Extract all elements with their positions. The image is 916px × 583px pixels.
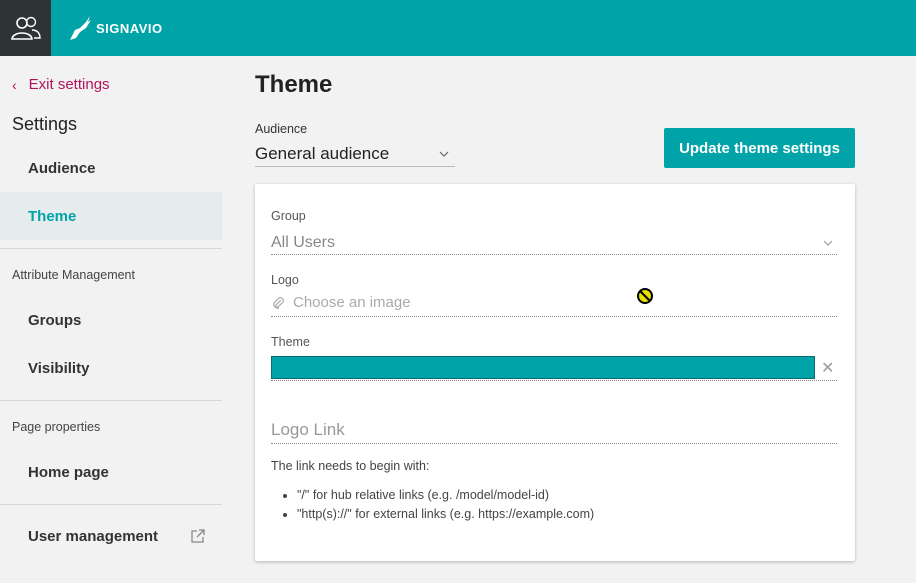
exit-settings-link[interactable]: ‹ Exit settings [12, 76, 110, 93]
sidebar-item-label: Home page [28, 463, 109, 481]
sidebar-item-label: Visibility [28, 359, 90, 377]
external-link-icon [191, 529, 205, 543]
brand-name: SIGNAVIO [96, 20, 163, 36]
logo-image-picker[interactable]: Choose an image [271, 294, 411, 311]
settings-sidebar: ‹ Exit settings Settings Audience Theme … [0, 56, 222, 583]
sidebar-item-label: Groups [28, 311, 82, 329]
page-title: Theme [255, 71, 333, 98]
sidebar-item-audience[interactable]: Audience [0, 144, 222, 192]
theme-settings-card: Group All Users Logo Choose an image The… [255, 184, 855, 561]
audience-select[interactable]: General audience [255, 142, 455, 167]
field-underline [271, 316, 837, 317]
top-bar: SIGNAVIO [0, 0, 916, 56]
settings-heading: Settings [12, 114, 78, 134]
sidebar-item-groups[interactable]: Groups [0, 296, 222, 344]
signavio-logo[interactable]: SIGNAVIO [66, 14, 163, 42]
list-item: "http(s)://" for external links (e.g. ht… [297, 507, 594, 521]
user-menu-button[interactable] [0, 0, 51, 56]
antelope-logo-icon [70, 16, 91, 40]
divider [0, 504, 222, 505]
group-label: Group [271, 209, 306, 223]
audience-label: Audience [255, 122, 308, 136]
section-attribute-management: Attribute Management [12, 268, 135, 282]
list-item: "/" for hub relative links (e.g. /model/… [297, 488, 594, 502]
group-select[interactable]: All Users [271, 232, 837, 254]
theme-color-swatch[interactable] [271, 356, 815, 379]
chevron-left-icon: ‹ [12, 76, 17, 93]
sidebar-item-label: User management [28, 527, 159, 545]
group-value: All Users [271, 234, 336, 251]
sidebar-item-user-management[interactable]: User management [0, 512, 222, 560]
section-page-properties: Page properties [12, 420, 101, 434]
audience-value: General audience [255, 144, 390, 163]
theme-label: Theme [271, 335, 310, 349]
field-underline [271, 254, 837, 255]
sidebar-item-theme[interactable]: Theme [0, 192, 222, 240]
busy-cursor-icon [637, 288, 653, 304]
chevron-down-icon [439, 151, 449, 157]
logo-link-help-list: "/" for hub relative links (e.g. /model/… [297, 488, 594, 526]
sidebar-item-visibility[interactable]: Visibility [0, 344, 222, 392]
users-icon [10, 16, 41, 40]
field-underline [271, 380, 837, 381]
chevron-down-icon [823, 240, 833, 246]
logo-placeholder: Choose an image [293, 294, 411, 311]
logo-label: Logo [271, 273, 299, 287]
clear-theme-icon[interactable]: ✕ [821, 358, 834, 378]
exit-settings-label: Exit settings [28, 76, 110, 93]
field-underline [271, 443, 837, 444]
logo-link-input[interactable]: Logo Link [271, 420, 345, 440]
divider [0, 248, 222, 249]
divider [0, 400, 222, 401]
update-theme-settings-button[interactable]: Update theme settings [664, 128, 855, 168]
logo-link-help: The link needs to begin with: [271, 459, 430, 473]
sidebar-item-label: Theme [28, 207, 77, 225]
paperclip-icon [273, 296, 284, 309]
sidebar-item-label: Audience [28, 159, 96, 177]
sidebar-item-home-page[interactable]: Home page [0, 448, 222, 496]
